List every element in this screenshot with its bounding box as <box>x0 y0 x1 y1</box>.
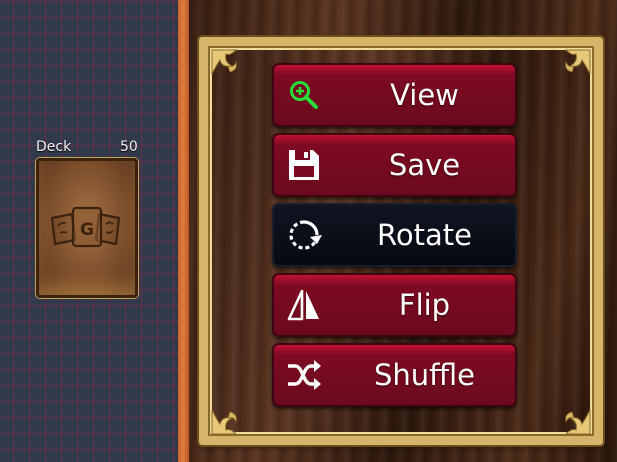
card-back-letter: G <box>80 220 94 240</box>
shuffle-button[interactable]: Shuffle <box>272 343 517 407</box>
save-button[interactable]: Save <box>272 133 517 197</box>
corner-ornament-icon <box>564 49 591 75</box>
game-logo-icon: G <box>50 206 121 248</box>
zoom-in-icon <box>290 81 318 109</box>
rotate-button[interactable]: Rotate <box>272 203 517 267</box>
view-button[interactable]: View <box>272 63 517 127</box>
flip-icon <box>287 289 319 321</box>
flip-button[interactable]: Flip <box>272 273 517 337</box>
floppy-disk-icon <box>289 150 319 180</box>
flip-button-label: Flip <box>398 288 451 322</box>
board-divider <box>178 0 189 462</box>
deck-name-label: Deck <box>36 139 72 155</box>
deck-card-pile[interactable]: G <box>36 158 138 298</box>
save-button-label: Save <box>388 148 461 182</box>
rotate-button-label: Rotate <box>377 218 472 252</box>
corner-ornament-icon <box>211 49 238 75</box>
corner-ornament-icon <box>211 409 238 435</box>
deck-count-label: 50 <box>120 139 138 155</box>
shuffle-icon <box>288 360 321 390</box>
shuffle-button-label: Shuffle <box>373 358 476 392</box>
corner-ornament-icon <box>564 409 591 435</box>
view-button-label: View <box>390 78 459 112</box>
rotate-icon <box>289 220 322 250</box>
